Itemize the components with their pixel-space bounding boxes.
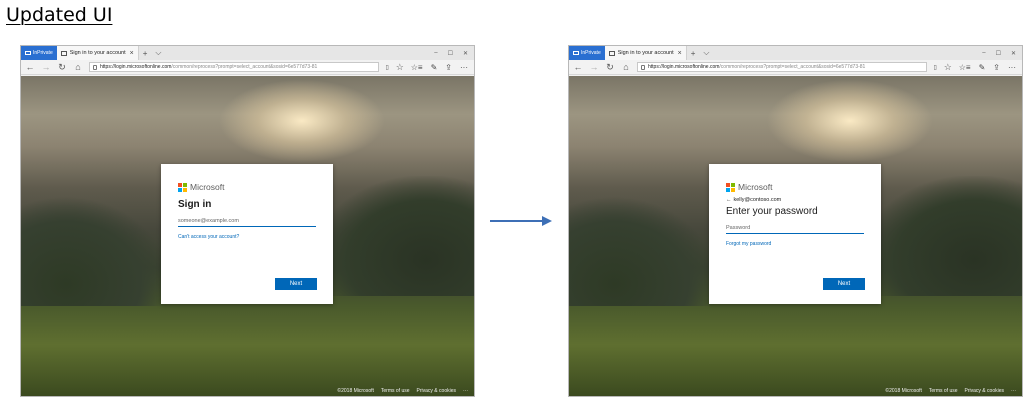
brand-name: Microsoft [190, 182, 225, 192]
tab-close-icon[interactable]: × [678, 50, 682, 57]
back-arrow-icon: ← [726, 197, 732, 203]
cant-access-account-link[interactable]: Can't access your account? [178, 234, 316, 240]
forgot-password-link[interactable]: Forgot my password [726, 241, 864, 247]
tab-page-icon [608, 50, 615, 56]
tab-page-icon [60, 50, 67, 56]
microsoft-logo: Microsoft [726, 182, 864, 192]
reading-view-icon[interactable]: ▯ [385, 64, 388, 71]
card-title: Sign in [178, 199, 212, 210]
browser-tab[interactable]: Sign in to your account × [604, 46, 687, 60]
url-path: /common/reprocess?prompt=select_account&… [171, 64, 318, 70]
brand-name: Microsoft [738, 182, 773, 192]
identity-email: kelly@contoso.com [733, 197, 782, 203]
copyright-text: ©2018 Microsoft [885, 388, 922, 394]
page-footer: ©2018 Microsoft Terms of use Privacy & c… [885, 388, 1016, 394]
refresh-icon[interactable]: ↻ [605, 60, 615, 75]
password-field[interactable]: Password [726, 224, 864, 234]
favorites-hub-icon[interactable]: ☆≡ [959, 63, 971, 72]
tab-title: Sign in to your account [69, 50, 126, 56]
home-icon[interactable]: ⌂ [621, 60, 631, 75]
back-arrow-icon[interactable]: ← [25, 60, 35, 75]
toolbar-icons: ☆≡ ✎ ⇪ ··· [959, 63, 1018, 72]
background-hill [314, 176, 474, 296]
more-icon[interactable]: ··· [460, 63, 468, 72]
footer-more-icon[interactable]: ··· [463, 388, 468, 394]
share-icon[interactable]: ⇪ [993, 63, 1000, 72]
forward-arrow-icon[interactable]: → [41, 60, 51, 75]
microsoft-logo-icon [178, 182, 187, 192]
favorite-star-icon[interactable]: ☆ [943, 60, 953, 75]
terms-of-use-link[interactable]: Terms of use [381, 388, 410, 394]
address-bar: ← → ↻ ⌂ https://login.microsoftonline.co… [21, 60, 474, 75]
notes-pen-icon[interactable]: ✎ [431, 63, 438, 72]
background-hill [21, 196, 171, 306]
next-button[interactable]: Next [823, 278, 865, 290]
browser-tab[interactable]: Sign in to your account × [56, 46, 139, 60]
new-tab-button[interactable]: + [687, 46, 700, 60]
inprivate-badge[interactable]: InPrivate [21, 46, 57, 60]
url-field[interactable]: https://login.microsoftonline.com/common… [637, 62, 928, 72]
page-background: Microsoft Sign in someone@example.com Ca… [21, 76, 474, 396]
inprivate-label: InPrivate [33, 50, 53, 56]
minimize-button[interactable]: – [982, 50, 985, 56]
tab-close-icon[interactable]: × [130, 50, 134, 57]
inprivate-label: InPrivate [581, 50, 601, 56]
share-icon[interactable]: ⇪ [445, 63, 452, 72]
title-bar: InPrivate Sign in to your account × + ⌵ … [569, 46, 1022, 60]
forward-arrow-icon[interactable]: → [589, 60, 599, 75]
notes-pen-icon[interactable]: ✎ [979, 63, 986, 72]
tab-title: Sign in to your account [617, 50, 674, 56]
window-controls: – ☐ ✕ [982, 46, 1016, 60]
minimize-button[interactable]: – [434, 50, 437, 56]
page-background: Microsoft ← kelly@contoso.com Enter your… [569, 76, 1022, 396]
address-bar: ← → ↻ ⌂ https://login.microsoftonline.co… [569, 60, 1022, 75]
url-host: https://login.microsoftonline.com [100, 64, 172, 70]
inprivate-icon [573, 51, 579, 55]
microsoft-logo-icon [726, 182, 735, 192]
next-button[interactable]: Next [275, 278, 317, 290]
url-path: /common/reprocess?prompt=select_account&… [719, 64, 866, 70]
more-icon[interactable]: ··· [1008, 63, 1016, 72]
inprivate-icon [25, 51, 31, 55]
url-host: https://login.microsoftonline.com [648, 64, 720, 70]
favorites-hub-icon[interactable]: ☆≡ [411, 63, 423, 72]
lock-icon [641, 64, 645, 70]
copyright-text: ©2018 Microsoft [337, 388, 374, 394]
identity-back-link[interactable]: ← kelly@contoso.com [726, 197, 864, 203]
footer-more-icon[interactable]: ··· [1011, 388, 1016, 394]
maximize-button[interactable]: ☐ [996, 50, 1001, 57]
page-footer: ©2018 Microsoft Terms of use Privacy & c… [337, 388, 468, 394]
back-arrow-icon[interactable]: ← [573, 60, 583, 75]
inprivate-badge[interactable]: InPrivate [569, 46, 605, 60]
maximize-button[interactable]: ☐ [448, 50, 453, 57]
tab-menu-button[interactable]: ⌵ [151, 46, 165, 60]
sign-in-card: Microsoft Sign in someone@example.com Ca… [161, 164, 333, 304]
browser-window-password: InPrivate Sign in to your account × + ⌵ … [568, 45, 1023, 397]
window-controls: – ☐ ✕ [434, 46, 468, 60]
email-field[interactable]: someone@example.com [178, 217, 316, 227]
title-bar: InPrivate Sign in to your account × + ⌵ … [21, 46, 474, 60]
toolbar-icons: ☆≡ ✎ ⇪ ··· [411, 63, 470, 72]
terms-of-use-link[interactable]: Terms of use [929, 388, 958, 394]
lock-icon [93, 64, 97, 70]
tab-menu-button[interactable]: ⌵ [699, 46, 713, 60]
new-tab-button[interactable]: + [139, 46, 152, 60]
transition-arrow-icon [490, 216, 552, 226]
privacy-cookies-link[interactable]: Privacy & cookies [417, 388, 456, 394]
privacy-cookies-link[interactable]: Privacy & cookies [965, 388, 1004, 394]
microsoft-logo: Microsoft [178, 182, 316, 192]
background-hill [862, 176, 1022, 296]
card-title: Enter your password [726, 206, 818, 217]
close-window-button[interactable]: ✕ [463, 50, 468, 57]
page-heading: Updated UI [6, 4, 113, 26]
background-hill [569, 196, 719, 306]
url-field[interactable]: https://login.microsoftonline.com/common… [89, 62, 380, 72]
close-window-button[interactable]: ✕ [1011, 50, 1016, 57]
reading-view-icon[interactable]: ▯ [933, 64, 936, 71]
browser-window-sign-in: InPrivate Sign in to your account × + ⌵ … [20, 45, 475, 397]
refresh-icon[interactable]: ↻ [57, 60, 67, 75]
password-card: Microsoft ← kelly@contoso.com Enter your… [709, 164, 881, 304]
favorite-star-icon[interactable]: ☆ [395, 60, 405, 75]
home-icon[interactable]: ⌂ [73, 60, 83, 75]
